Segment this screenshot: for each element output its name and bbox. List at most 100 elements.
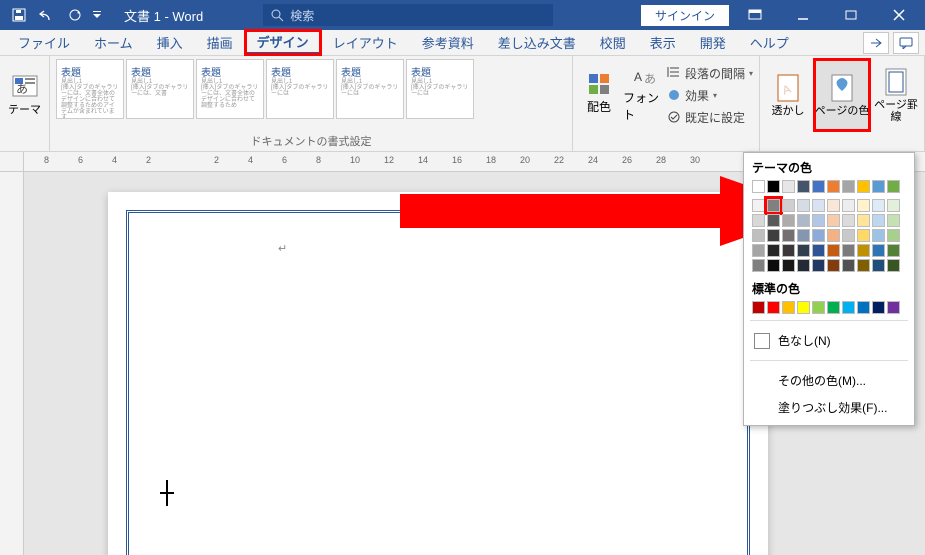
search-box[interactable]: 検索: [263, 4, 553, 26]
themes-button[interactable]: あ テーマ: [6, 59, 43, 131]
page[interactable]: ↵: [108, 192, 768, 555]
color-swatch[interactable]: [842, 301, 855, 314]
redo-icon[interactable]: [62, 2, 88, 28]
color-swatch[interactable]: [797, 199, 810, 212]
color-swatch[interactable]: [812, 214, 825, 227]
color-swatch[interactable]: [872, 229, 885, 242]
color-swatch[interactable]: [767, 259, 780, 272]
tab-design[interactable]: デザイン: [245, 30, 321, 55]
gallery-item[interactable]: 表題見出し1[挿入]タブのギャラリーには: [336, 59, 404, 119]
color-swatch[interactable]: [827, 229, 840, 242]
gallery-item[interactable]: 表題見出し1[挿入]タブのギャラリーには、文書全体のデザインに合わせて調整するた…: [56, 59, 124, 119]
color-swatch[interactable]: [827, 199, 840, 212]
ribbon-display-icon[interactable]: [733, 0, 777, 30]
tab-references[interactable]: 参考資料: [410, 30, 486, 55]
color-swatch[interactable]: [887, 244, 900, 257]
color-swatch[interactable]: [812, 244, 825, 257]
color-swatch[interactable]: [752, 199, 765, 212]
comments-icon[interactable]: [893, 32, 919, 54]
color-swatch[interactable]: [797, 259, 810, 272]
color-swatch[interactable]: [857, 199, 870, 212]
color-swatch[interactable]: [767, 301, 780, 314]
color-swatch[interactable]: [782, 180, 795, 193]
signin-button[interactable]: サインイン: [641, 5, 729, 26]
color-swatch[interactable]: [752, 244, 765, 257]
share-icon[interactable]: [863, 32, 889, 54]
color-swatch[interactable]: [782, 199, 795, 212]
color-swatch[interactable]: [782, 259, 795, 272]
color-swatch[interactable]: [797, 180, 810, 193]
colors-button[interactable]: 配色: [579, 59, 619, 127]
color-swatch[interactable]: [887, 199, 900, 212]
color-swatch[interactable]: [767, 214, 780, 227]
color-swatch[interactable]: [872, 244, 885, 257]
set-default-button[interactable]: 既定に設定: [667, 107, 753, 127]
color-swatch[interactable]: [827, 259, 840, 272]
close-icon[interactable]: [877, 0, 921, 30]
vertical-ruler[interactable]: [0, 172, 24, 555]
save-icon[interactable]: [6, 2, 32, 28]
tab-home[interactable]: ホーム: [82, 30, 145, 55]
color-swatch[interactable]: [887, 229, 900, 242]
color-swatch[interactable]: [812, 229, 825, 242]
tab-file[interactable]: ファイル: [6, 30, 82, 55]
tab-help[interactable]: ヘルプ: [738, 30, 801, 55]
color-swatch[interactable]: [842, 259, 855, 272]
fill-effects-item[interactable]: 塗りつぶし効果(F)...: [752, 394, 906, 421]
watermark-button[interactable]: A 透かし: [766, 59, 810, 131]
color-swatch[interactable]: [887, 259, 900, 272]
color-swatch[interactable]: [827, 244, 840, 257]
gallery-item[interactable]: 表題見出し1[挿入]タブのギャラリーには: [406, 59, 474, 119]
color-swatch[interactable]: [752, 301, 765, 314]
color-swatch[interactable]: [797, 214, 810, 227]
color-swatch[interactable]: [812, 259, 825, 272]
gallery-item[interactable]: 表題見出し1[挿入]タブのギャラリーには: [266, 59, 334, 119]
no-color-item[interactable]: 色なし(N): [752, 327, 906, 354]
color-swatch[interactable]: [827, 301, 840, 314]
color-swatch[interactable]: [767, 199, 780, 212]
color-swatch[interactable]: [857, 180, 870, 193]
color-swatch[interactable]: [752, 259, 765, 272]
color-swatch[interactable]: [752, 214, 765, 227]
tab-review[interactable]: 校閲: [588, 30, 638, 55]
tab-draw[interactable]: 描画: [195, 30, 245, 55]
color-swatch[interactable]: [782, 244, 795, 257]
color-swatch[interactable]: [782, 214, 795, 227]
page-borders-button[interactable]: ページ罫線: [874, 59, 918, 131]
tab-layout[interactable]: レイアウト: [321, 30, 410, 55]
style-gallery[interactable]: 表題見出し1[挿入]タブのギャラリーには、文書全体のデザインに合わせて調整するた…: [56, 59, 474, 119]
color-swatch[interactable]: [752, 229, 765, 242]
color-swatch[interactable]: [827, 180, 840, 193]
color-swatch[interactable]: [842, 180, 855, 193]
color-swatch[interactable]: [767, 244, 780, 257]
color-swatch[interactable]: [842, 229, 855, 242]
color-swatch[interactable]: [872, 199, 885, 212]
color-swatch[interactable]: [857, 229, 870, 242]
maximize-icon[interactable]: [829, 0, 873, 30]
fonts-button[interactable]: Aあ フォント: [623, 59, 663, 127]
color-swatch[interactable]: [767, 229, 780, 242]
gallery-item[interactable]: 表題見出し1[挿入]タブのギャラリーには、文書全体のデザインに合わせて調整するた…: [196, 59, 264, 119]
minimize-icon[interactable]: [781, 0, 825, 30]
color-swatch[interactable]: [872, 259, 885, 272]
color-swatch[interactable]: [872, 301, 885, 314]
tab-developer[interactable]: 開発: [688, 30, 738, 55]
color-swatch[interactable]: [812, 301, 825, 314]
color-swatch[interactable]: [797, 244, 810, 257]
paragraph-spacing-button[interactable]: 段落の間隔▾: [667, 63, 753, 83]
color-swatch[interactable]: [812, 199, 825, 212]
color-swatch[interactable]: [887, 214, 900, 227]
color-swatch[interactable]: [857, 259, 870, 272]
color-swatch[interactable]: [782, 229, 795, 242]
color-swatch[interactable]: [887, 301, 900, 314]
color-swatch[interactable]: [827, 214, 840, 227]
color-swatch[interactable]: [857, 214, 870, 227]
color-swatch[interactable]: [767, 180, 780, 193]
color-swatch[interactable]: [797, 301, 810, 314]
tab-view[interactable]: 表示: [638, 30, 688, 55]
qat-dropdown-icon[interactable]: [90, 2, 104, 28]
tab-insert[interactable]: 挿入: [145, 30, 195, 55]
color-swatch[interactable]: [842, 199, 855, 212]
color-swatch[interactable]: [797, 229, 810, 242]
effects-button[interactable]: 効果▾: [667, 85, 753, 105]
